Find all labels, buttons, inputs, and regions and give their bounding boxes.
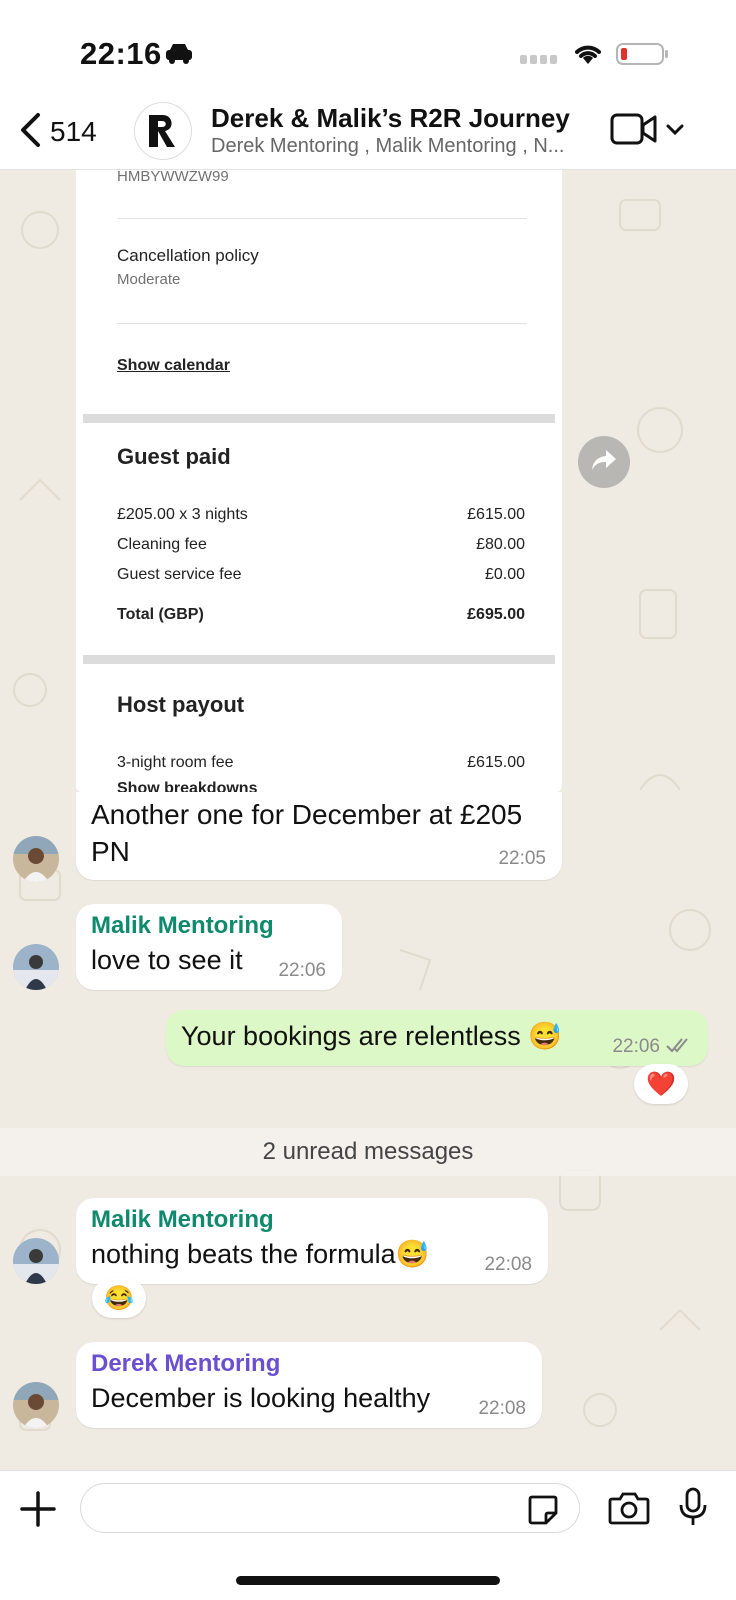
back-chevron-icon: [18, 112, 42, 153]
camera-icon: [608, 1492, 650, 1529]
reaction-laughing[interactable]: 😂: [92, 1278, 146, 1318]
booking-card-image[interactable]: HMBYWWZW99 Cancellation policy Moderate …: [76, 170, 562, 792]
camera-button[interactable]: [608, 1491, 650, 1530]
back-button[interactable]: 514: [18, 110, 97, 154]
status-bar: 22:16: [0, 0, 736, 100]
chat-header: 514 Derek & Malik’s R2R Journey Derek Me…: [0, 100, 736, 170]
nights-label: £205.00 x 3 nights: [117, 506, 248, 523]
divider: [117, 218, 527, 219]
avatar-malik[interactable]: [13, 944, 59, 990]
show-breakdowns-link[interactable]: Show breakdowns: [117, 780, 257, 792]
message-text: December is looking healthy: [91, 1383, 431, 1413]
chat-area[interactable]: HMBYWWZW99 Cancellation policy Moderate …: [0, 170, 736, 1470]
room-fee-label: 3-night room fee: [117, 754, 234, 771]
message-bubble-outgoing[interactable]: Your bookings are relentless 😅 22:06: [166, 1010, 708, 1066]
unread-messages-divider: 2 unread messages: [0, 1128, 736, 1176]
signal-icon: [520, 50, 560, 71]
booking-details: HMBYWWZW99 Cancellation policy Moderate …: [83, 170, 555, 792]
message-text: love to see it: [91, 945, 243, 975]
mic-icon: [678, 1487, 708, 1531]
reaction-heart[interactable]: ❤️: [634, 1064, 688, 1104]
wifi-icon: [572, 42, 604, 71]
cleaning-fee-value: £80.00: [476, 536, 525, 553]
sender-name: Derek Mentoring: [91, 1350, 281, 1377]
guest-paid-heading: Guest paid: [117, 444, 231, 469]
chevron-down-icon: [666, 123, 684, 141]
sender-name: Malik Mentoring: [91, 912, 274, 939]
service-fee-value: £0.00: [484, 566, 525, 583]
message-text: nothing beats the formula😅: [91, 1239, 430, 1269]
message-bubble-incoming[interactable]: Malik Mentoring nothing beats the formul…: [76, 1198, 548, 1284]
total-value: £695.00: [467, 606, 525, 623]
message-bubble-incoming[interactable]: Derek Mentoring December is looking heal…: [76, 1342, 542, 1428]
forward-icon: [590, 448, 618, 477]
message-time: 22:08: [484, 1254, 532, 1275]
r2r-logo-icon: [149, 115, 175, 147]
cleaning-fee-label: Cleaning fee: [117, 536, 207, 553]
sticker-button[interactable]: [526, 1493, 560, 1532]
confirmation-code: HMBYWWZW99: [117, 170, 229, 185]
plus-icon: [18, 1491, 58, 1533]
message-time: 22:06: [612, 1036, 660, 1057]
total-label: Total (GBP): [117, 606, 204, 623]
section-divider: [83, 655, 555, 664]
back-count: 514: [50, 116, 97, 147]
attach-button[interactable]: [18, 1489, 58, 1534]
video-call-button[interactable]: [610, 112, 684, 151]
avatar-derek[interactable]: [13, 1382, 59, 1428]
video-call-icon: [610, 112, 658, 151]
message-input[interactable]: [80, 1483, 580, 1533]
message-bubble-incoming[interactable]: Malik Mentoring love to see it 22:06: [76, 904, 342, 990]
battery-icon: [616, 42, 670, 71]
service-fee-label: Guest service fee: [117, 566, 242, 583]
message-time: 22:08: [478, 1398, 526, 1419]
message-time: 22:05: [498, 848, 546, 869]
double-tick-icon: [666, 1036, 692, 1059]
voice-message-button[interactable]: [678, 1487, 708, 1532]
message-text: Another one for December at £205 PN: [91, 799, 523, 867]
show-calendar-link[interactable]: Show calendar: [117, 357, 230, 375]
message-bubble-incoming[interactable]: Another one for December at £205 PN 22:0…: [76, 792, 562, 880]
avatar-derek[interactable]: [13, 836, 59, 882]
nights-value: £615.00: [467, 506, 525, 523]
cancellation-policy-label: Cancellation policy: [117, 246, 259, 265]
home-indicator: [236, 1576, 500, 1585]
car-icon: [164, 42, 194, 71]
chat-participants[interactable]: Derek Mentoring , Malik Mentoring , N...: [211, 135, 591, 158]
status-time: 22:16: [80, 36, 162, 71]
section-divider: [83, 414, 555, 423]
group-avatar[interactable]: [134, 102, 192, 160]
sender-name: Malik Mentoring: [91, 1206, 274, 1233]
chat-title[interactable]: Derek & Malik’s R2R Journey: [211, 103, 570, 134]
divider: [117, 323, 527, 324]
room-fee-value: £615.00: [467, 754, 525, 771]
avatar-malik[interactable]: [13, 1238, 59, 1284]
message-text: Your bookings are relentless 😅: [181, 1021, 562, 1051]
forward-button[interactable]: [578, 436, 630, 488]
sticker-icon: [526, 1495, 560, 1531]
message-time: 22:06: [278, 960, 326, 981]
host-payout-heading: Host payout: [117, 692, 245, 717]
cancellation-policy-value: Moderate: [117, 271, 181, 288]
